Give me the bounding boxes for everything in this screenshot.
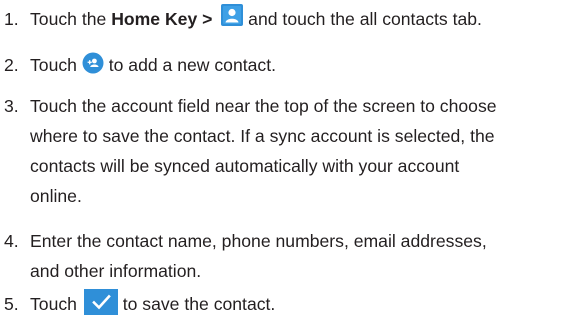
add-contact-fab-icon bbox=[82, 52, 104, 74]
step-number: 3. bbox=[4, 96, 19, 116]
step-text: Touch bbox=[30, 294, 82, 314]
contacts-app-icon bbox=[221, 4, 244, 27]
step-text-line: where to save the contact. If a sync acc… bbox=[30, 126, 495, 146]
step-number: 5. bbox=[4, 294, 19, 314]
step-text-line: Touch the account field near the top of … bbox=[30, 96, 497, 116]
step-2: 2. Touch to add a new contact. bbox=[4, 50, 570, 80]
step-text-line: online. bbox=[30, 186, 82, 206]
step-text: and touch the all contacts tab. bbox=[243, 9, 482, 29]
step-text-line: and other information. bbox=[30, 261, 202, 281]
step-text: Touch the bbox=[30, 9, 112, 29]
step-3: 3. Touch the account field near the top … bbox=[4, 91, 571, 211]
step-text-line: contacts will be synced automatically wi… bbox=[30, 156, 460, 176]
step-number: 4. bbox=[4, 231, 19, 251]
checkmark-save-icon bbox=[83, 289, 118, 316]
home-key-label: Home Key > bbox=[111, 9, 213, 29]
step-text-line: Enter the contact name, phone numbers, e… bbox=[30, 231, 487, 251]
step-number: 2. bbox=[4, 55, 19, 75]
step-5: 5. Touch to save the contact. bbox=[4, 284, 570, 319]
step-text: Touch bbox=[30, 55, 82, 75]
step-number: 1. bbox=[4, 9, 19, 29]
step-text: to add a new contact. bbox=[103, 55, 276, 75]
step-4: 4. Enter the contact name, phone numbers… bbox=[4, 226, 571, 286]
step-text: to save the contact. bbox=[117, 294, 276, 314]
step-1: 1. Touch the Home Key > and touch the al… bbox=[4, 0, 570, 34]
